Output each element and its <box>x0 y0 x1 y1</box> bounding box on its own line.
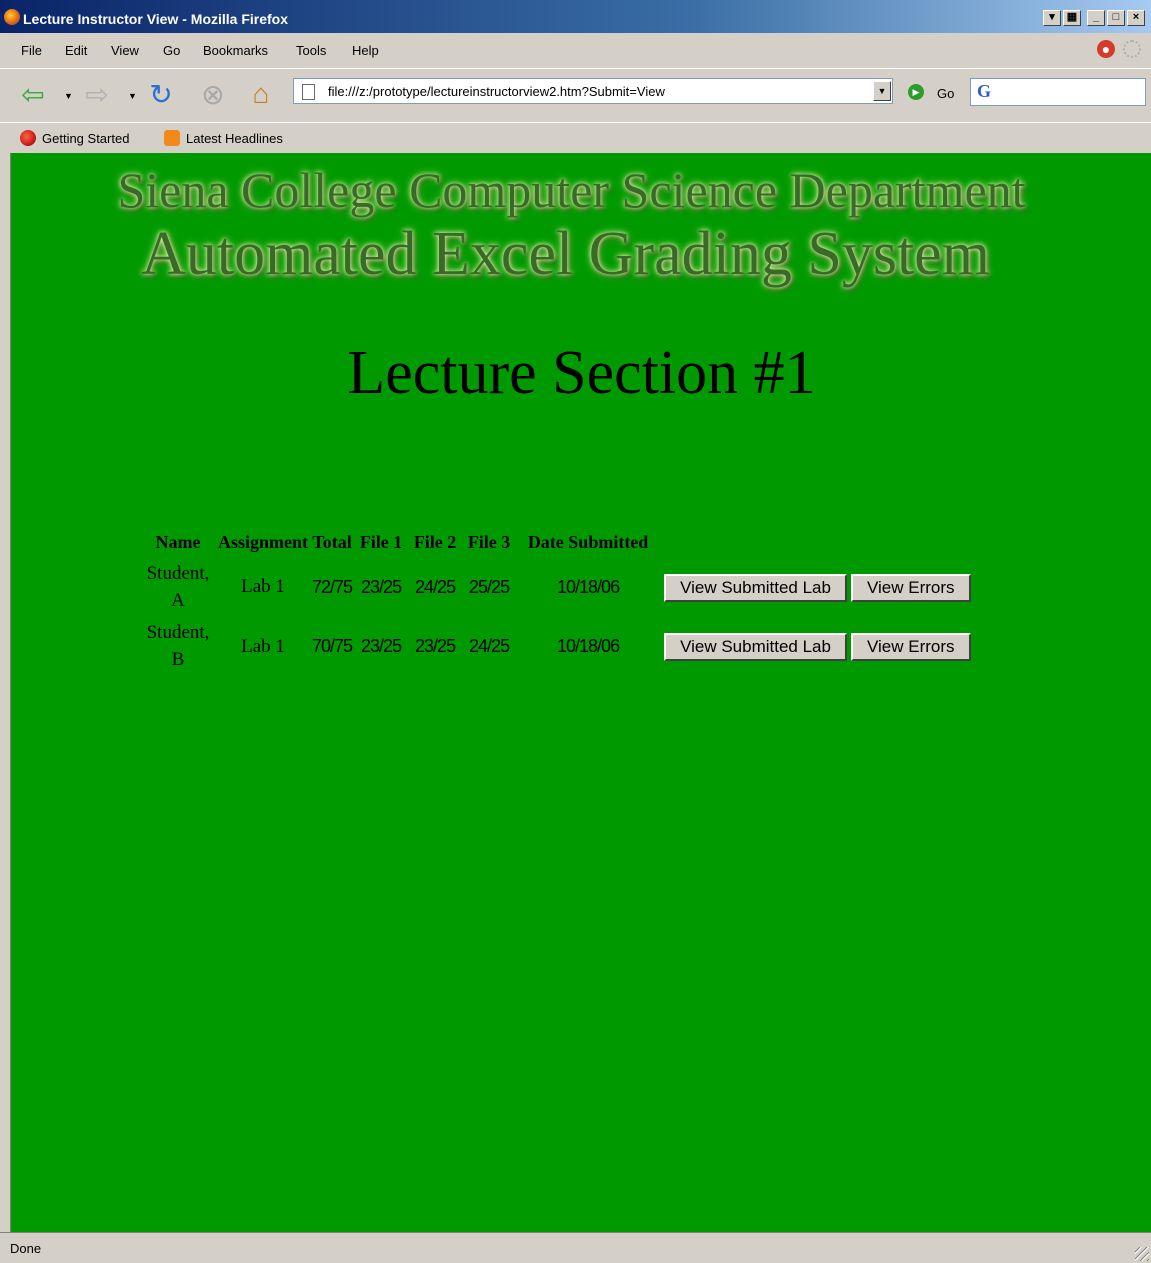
view-submitted-lab-button[interactable]: View Submitted Lab <box>664 632 847 661</box>
adblock-icon[interactable]: ● <box>1097 40 1115 58</box>
go-icon[interactable]: ▶ <box>908 84 924 100</box>
banner-line-2: Automated Excel Grading System <box>141 220 990 288</box>
window-titlebar: Lecture Instructor View - Mozilla Firefo… <box>0 0 1151 33</box>
cell-date: 10/18/06 <box>557 636 620 657</box>
menu-bar: File Edit View Go Bookmarks Tools Help ● <box>0 36 1151 64</box>
rss-icon <box>164 130 180 146</box>
firefox-bookmark-icon <box>20 130 36 146</box>
header-total: Total <box>312 532 352 552</box>
view-errors-button[interactable]: View Errors <box>850 632 971 661</box>
cell-actions: View Submitted Lab View Errors <box>661 559 973 616</box>
menu-file[interactable]: File <box>21 43 42 58</box>
header-name: Name <box>155 532 201 552</box>
cell-name: Student, B <box>146 622 210 670</box>
forward-icon[interactable]: ⇨ <box>80 77 114 111</box>
cell-assignment: Lab 1 <box>241 635 285 657</box>
page-icon <box>302 84 315 100</box>
tile-icon[interactable]: ▦ <box>1063 10 1081 26</box>
bookmark-getting-started[interactable]: Getting Started <box>20 130 129 146</box>
status-text: Done <box>10 1241 42 1256</box>
cell-actions: View Submitted Lab View Errors <box>661 618 973 675</box>
window-title: Lecture Instructor View - Mozilla Firefo… <box>23 11 289 27</box>
back-icon[interactable]: ⇦ <box>16 77 50 111</box>
menu-tools[interactable]: Tools <box>296 43 326 58</box>
menu-bookmarks[interactable]: Bookmarks <box>203 43 268 58</box>
navigation-toolbar: ⇦ ▼ ⇨ ▼ ↻ ⊗ ⌂ file:///z:/prototype/lectu… <box>0 68 1151 119</box>
throbber-icon <box>1123 40 1141 58</box>
reload-icon[interactable]: ↻ <box>144 77 178 111</box>
cell-file1: 23/25 <box>361 636 402 657</box>
back-dropdown-icon[interactable]: ▼ <box>64 91 73 101</box>
stop-icon[interactable]: ⊗ <box>196 77 230 111</box>
table-row: Student, A Lab 1 72/75 23/25 24/25 25/25… <box>141 559 974 616</box>
menu-view[interactable]: View <box>111 43 139 58</box>
menu-go[interactable]: Go <box>163 43 180 58</box>
menu-help[interactable]: Help <box>352 43 379 58</box>
go-button[interactable]: Go <box>937 86 954 101</box>
view-errors-button[interactable]: View Errors <box>850 573 971 602</box>
cell-assignment: Lab 1 <box>241 576 285 598</box>
google-search-icon[interactable]: G <box>977 81 991 102</box>
page-content: Siena College Computer Science Departmen… <box>10 153 1151 1232</box>
header-file3: File 3 <box>467 532 511 552</box>
page-title: Lecture Section #1 <box>347 339 816 407</box>
cell-file2: 23/25 <box>415 636 456 657</box>
bookmark-latest-headlines[interactable]: Latest Headlines <box>164 130 283 146</box>
table-row: Student, B Lab 1 70/75 23/25 23/25 24/25… <box>141 618 974 675</box>
menu-edit[interactable]: Edit <box>65 43 87 58</box>
address-bar[interactable]: file:///z:/prototype/lectureinstructorvi… <box>293 78 893 104</box>
cell-date: 10/18/06 <box>557 577 620 598</box>
close-icon[interactable]: × <box>1127 10 1145 26</box>
header-file1: File 1 <box>359 532 403 552</box>
header-actions <box>661 527 973 557</box>
header-assignment: Assignment <box>218 532 309 552</box>
header-file2: File 2 <box>413 532 457 552</box>
minimize-icon[interactable]: _ <box>1087 10 1105 26</box>
status-bar: Done <box>0 1232 1151 1263</box>
cell-name: Student, A <box>146 563 210 611</box>
cell-total: 70/75 <box>312 636 353 657</box>
cell-file3: 25/25 <box>469 577 510 598</box>
system-menu-icon[interactable]: ▾ <box>1043 10 1061 26</box>
bookmark-label: Getting Started <box>42 130 130 146</box>
bookmark-label: Latest Headlines <box>186 130 283 146</box>
resize-grip-icon[interactable] <box>1135 1247 1149 1261</box>
cell-file2: 24/25 <box>415 577 456 598</box>
cell-total: 72/75 <box>312 577 353 598</box>
window-controls: ▾ ▦ _ □ × <box>1043 10 1145 26</box>
url-dropdown-icon[interactable]: ▼ <box>873 81 891 101</box>
search-input[interactable]: G <box>970 78 1146 106</box>
table-header-row: Name Assignment Total File 1 File 2 File… <box>141 527 974 557</box>
bookmarks-toolbar: Getting Started Latest Headlines <box>0 122 1151 153</box>
view-submitted-lab-button[interactable]: View Submitted Lab <box>664 573 847 602</box>
cell-file3: 24/25 <box>469 636 510 657</box>
banner-line-1: Siena College Computer Science Departmen… <box>117 162 1026 218</box>
cell-file1: 23/25 <box>361 577 402 598</box>
grades-table: Name Assignment Total File 1 File 2 File… <box>139 525 976 677</box>
forward-dropdown-icon[interactable]: ▼ <box>128 91 137 101</box>
header-date: Date Submitted <box>527 532 649 552</box>
url-text[interactable]: file:///z:/prototype/lectureinstructorvi… <box>328 84 665 99</box>
home-icon[interactable]: ⌂ <box>244 77 278 111</box>
firefox-logo-icon <box>4 9 20 25</box>
maximize-icon[interactable]: □ <box>1107 10 1125 26</box>
